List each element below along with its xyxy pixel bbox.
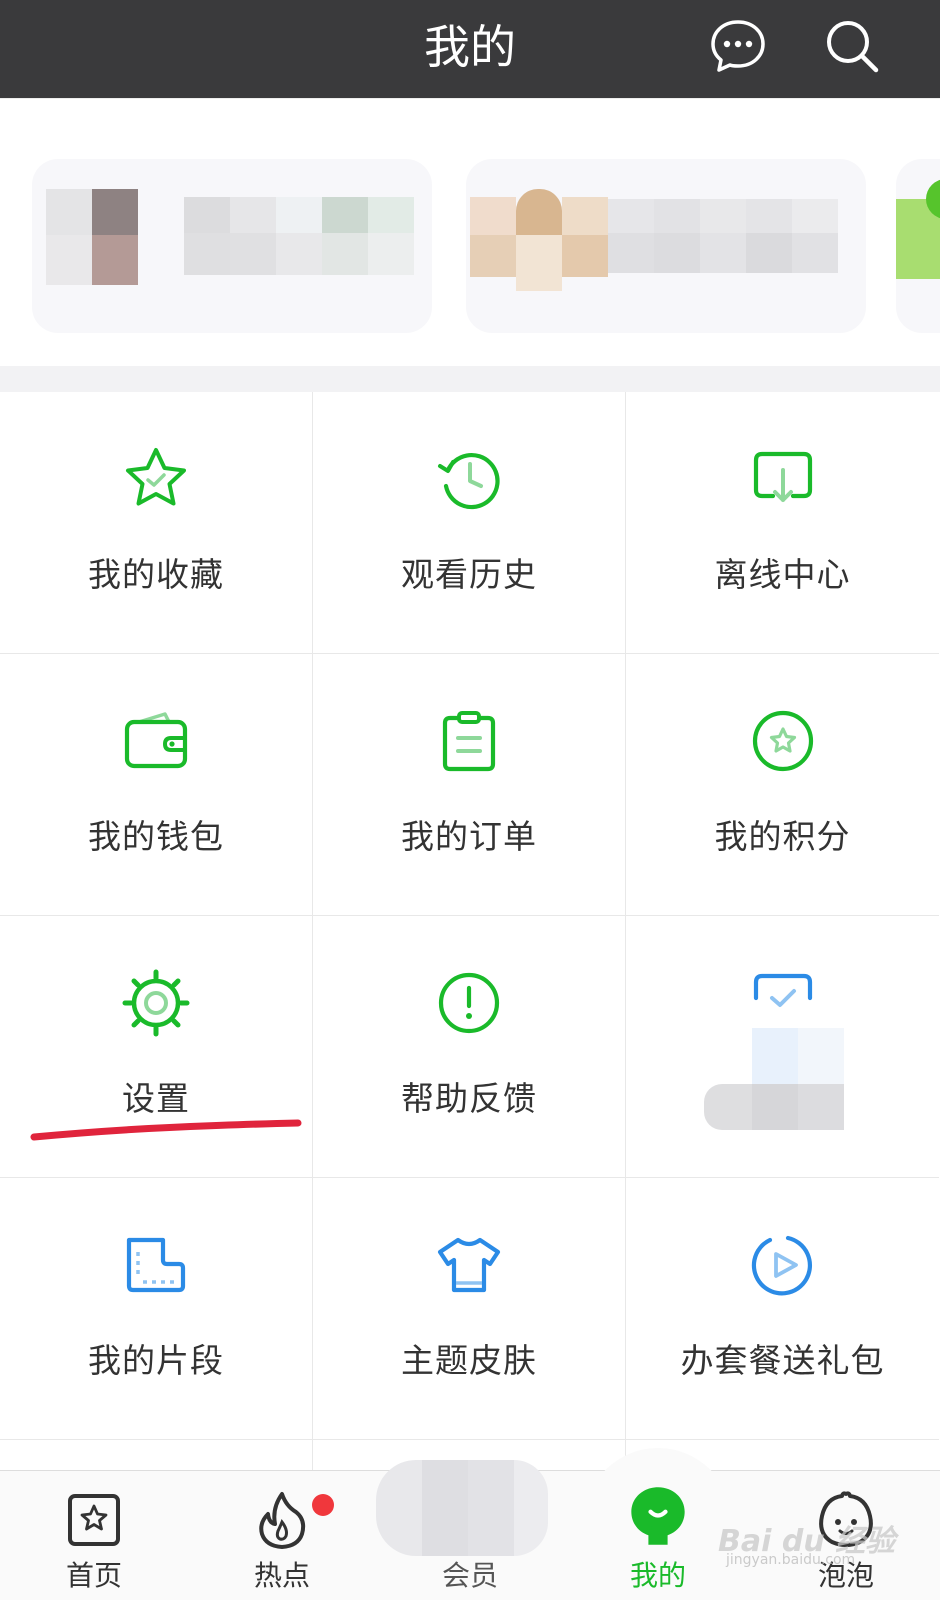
tab-home[interactable]: 首页 bbox=[24, 1470, 164, 1600]
grid-item-history[interactable]: 观看历史 bbox=[313, 392, 626, 654]
grid-item-label: 我的钱包 bbox=[88, 817, 224, 856]
account-card[interactable] bbox=[896, 159, 940, 333]
grid-item-package-gift[interactable]: 办套餐送礼包 bbox=[626, 1178, 939, 1440]
watermark-url: jingyan.baidu.com bbox=[726, 1552, 856, 1568]
tab-vip[interactable]: 会员 bbox=[400, 1470, 540, 1600]
star-check-icon bbox=[126, 448, 186, 506]
grid-item-label: 我的订单 bbox=[401, 817, 537, 856]
grid-item-partial[interactable] bbox=[0, 1440, 313, 1472]
tab-hot[interactable]: 热点 bbox=[212, 1470, 352, 1600]
blurred-label bbox=[704, 1028, 846, 1130]
account-cards-strip bbox=[0, 98, 940, 366]
clock-history-icon bbox=[438, 452, 500, 510]
page-title: 我的 bbox=[424, 20, 516, 74]
grid-item-label: 设置 bbox=[122, 1079, 190, 1118]
gear-icon bbox=[122, 969, 190, 1037]
grid-item-offline[interactable]: 离线中心 bbox=[626, 392, 939, 654]
grid-item-clips[interactable]: 我的片段 bbox=[0, 1178, 313, 1440]
chat-bubble-icon[interactable] bbox=[706, 14, 770, 78]
grid-item-label: 主题皮肤 bbox=[401, 1341, 537, 1380]
notification-badge bbox=[312, 1494, 334, 1516]
grid-item-help[interactable]: 帮助反馈 bbox=[313, 916, 626, 1178]
tab-label: 首页 bbox=[65, 1559, 122, 1592]
grid-item-label: 观看历史 bbox=[401, 555, 537, 594]
annotation-underline bbox=[30, 1119, 302, 1141]
points-star-icon bbox=[752, 710, 813, 772]
flame-icon bbox=[259, 1492, 306, 1549]
tab-mine[interactable]: 我的 bbox=[588, 1470, 728, 1600]
grid-item-label: 帮助反馈 bbox=[401, 1079, 537, 1118]
grid-item-themes[interactable]: 主题皮肤 bbox=[313, 1178, 626, 1440]
grid-item-orders[interactable]: 我的订单 bbox=[313, 654, 626, 916]
tshirt-icon bbox=[437, 1237, 501, 1293]
mine-page: 我的 我的收藏 观看历史 离线中心 我的钱包 我的订单 我的积分 设置 帮助反馈… bbox=[0, 0, 940, 1600]
film-clip-icon bbox=[126, 1237, 186, 1293]
section-divider bbox=[0, 366, 940, 392]
account-card[interactable] bbox=[32, 159, 432, 333]
grid-item-label: 我的积分 bbox=[714, 817, 851, 856]
grid-item-label: 办套餐送礼包 bbox=[680, 1341, 885, 1380]
grid-item-favorites[interactable]: 我的收藏 bbox=[0, 392, 313, 654]
grid-item-wallet[interactable]: 我的钱包 bbox=[0, 654, 313, 916]
search-icon[interactable] bbox=[820, 14, 884, 78]
grid-item-label: 离线中心 bbox=[714, 555, 851, 594]
grid-item-points[interactable]: 我的积分 bbox=[626, 654, 939, 916]
tab-label: 会员 bbox=[441, 1559, 498, 1592]
tab-label: 我的 bbox=[629, 1559, 686, 1592]
grid-item-label: 我的片段 bbox=[88, 1341, 224, 1380]
function-grid: 我的收藏 观看历史 离线中心 我的钱包 我的订单 我的积分 设置 帮助反馈 我的… bbox=[0, 392, 940, 1472]
wallet-icon bbox=[124, 712, 188, 769]
account-card[interactable] bbox=[466, 159, 866, 333]
mine-face-icon bbox=[631, 1487, 685, 1545]
grid-item-label: 我的收藏 bbox=[88, 555, 224, 594]
home-star-icon bbox=[68, 1494, 120, 1546]
top-bar: 我的 bbox=[0, 0, 940, 98]
play-circle-icon bbox=[751, 1235, 812, 1296]
exclamation-icon bbox=[438, 972, 500, 1034]
tab-label: 热点 bbox=[253, 1559, 310, 1592]
download-icon bbox=[753, 451, 812, 502]
clipboard-icon bbox=[442, 711, 496, 772]
